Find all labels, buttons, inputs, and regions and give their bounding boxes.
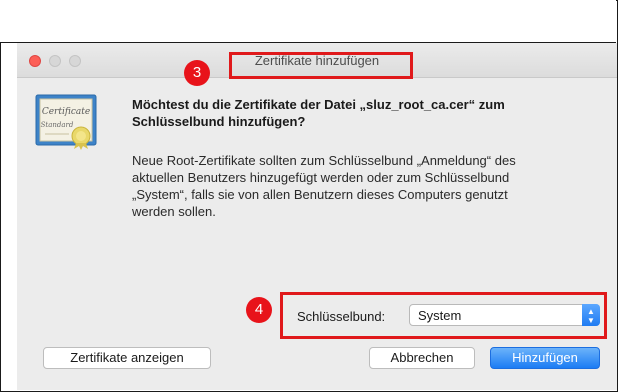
message-line-4: werden sollen. [132,204,216,219]
headline-line-1: Möchtest du die Zertifikate der Datei „s… [132,97,505,112]
step-badge-4: 4 [246,297,272,323]
show-certificates-button[interactable]: Zertifikate anzeigen [43,347,211,369]
standard-word: Standard [41,121,74,129]
add-button[interactable]: Hinzufügen [490,347,600,369]
select-chevron-icon: ▲ ▼ [582,304,600,326]
step-badge-3: 3 [184,60,210,86]
title-highlight [229,52,413,79]
message-line-3: „System“, falls sie von allen Benutzern … [132,187,508,202]
message-line-2: aktuellen Benutzers hinzugefügt werden o… [132,170,510,185]
dialog-headline: Möchtest du die Zertifikate der Datei „s… [132,96,602,130]
certificate-word: Certificate [42,107,90,117]
dialog-message: Neue Root-Zertifikate sollten zum Schlüs… [132,152,602,220]
keychain-selected-value: System [418,308,462,323]
background-strip [0,0,616,43]
message-line-1: Neue Root-Zertifikate sollten zum Schlüs… [132,153,516,168]
keychain-label: Schlüsselbund: [297,309,386,324]
headline-line-2: Schlüsselbund hinzufügen? [132,114,306,129]
keychain-select[interactable]: System ▲ ▼ [409,304,600,326]
cancel-button[interactable]: Abbrechen [369,347,475,369]
certificate-icon: Certificate Standard [35,94,97,150]
